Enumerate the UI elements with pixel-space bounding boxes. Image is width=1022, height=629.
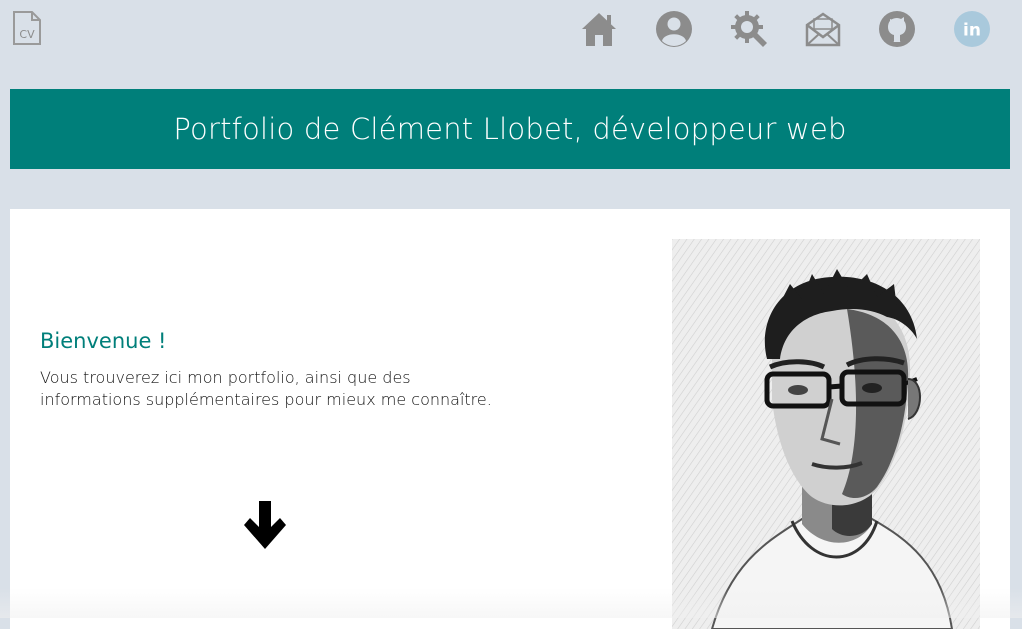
cv-label: CV <box>19 28 35 41</box>
nav-home[interactable] <box>578 8 620 50</box>
github-icon <box>879 11 915 47</box>
home-icon <box>582 13 616 46</box>
linkedin-label: in <box>963 21 981 41</box>
nav-linkedin[interactable]: in <box>951 8 993 50</box>
user-icon <box>656 11 692 47</box>
nav-profile[interactable] <box>653 8 695 50</box>
cv-document-icon[interactable]: CV <box>12 10 42 46</box>
nav-contact[interactable] <box>802 8 844 50</box>
portrait-image <box>672 239 980 629</box>
gear-badge-icon <box>731 11 767 47</box>
main-nav: in <box>578 8 1018 50</box>
welcome-text: Vous trouverez ici mon portfolio, ainsi … <box>40 368 492 409</box>
nav-skills[interactable] <box>728 8 770 50</box>
envelope-icon <box>805 12 841 47</box>
title-banner: Portfolio de Clément Llobet, développeur… <box>10 89 1010 169</box>
scroll-down-button[interactable] <box>242 499 288 551</box>
welcome-heading: Bienvenue ! <box>40 329 167 353</box>
arrow-down-icon <box>244 501 286 549</box>
intro-card: Bienvenue ! Vous trouverez ici mon portf… <box>10 209 1010 629</box>
top-bar: CV in <box>0 0 1022 62</box>
page-title: Portfolio de Clément Llobet, développeur… <box>173 112 847 146</box>
linkedin-icon: in <box>954 11 990 47</box>
portrait-photo <box>672 239 980 629</box>
nav-github[interactable] <box>876 8 918 50</box>
